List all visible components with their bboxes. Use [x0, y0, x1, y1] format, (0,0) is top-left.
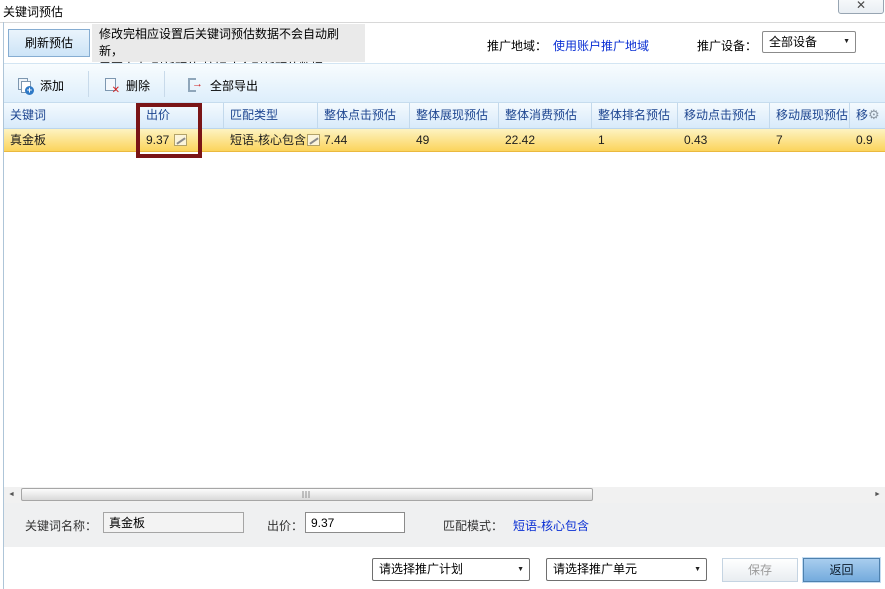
table-header-row: 关键词 出价 匹配类型 整体点击预估 整体展现预估 整体消费预估 整体排名预估 … [4, 103, 885, 129]
chevron-down-icon: ▼ [517, 566, 524, 573]
add-button-label: 添加 [40, 77, 64, 94]
export-all-label: 全部导出 [210, 77, 258, 94]
cell-overall-cost: 22.42 [499, 129, 592, 151]
keyword-name-label: 关键词名称： [25, 517, 97, 534]
cell-overall-impressions: 49 [410, 129, 499, 151]
window-title: 关键词预估 [3, 3, 63, 20]
promotion-plan-select-value: 请选择推广计划 [379, 559, 463, 580]
column-header-bid[interactable]: 出价 [140, 103, 224, 128]
close-icon: ✕ [856, 0, 866, 12]
scroll-left-arrow[interactable]: ◄ [4, 487, 19, 503]
chevron-down-icon: ▼ [694, 566, 701, 573]
cell-mobile-clicks: 0.43 [678, 129, 770, 151]
device-select[interactable]: 全部设备 ▼ [762, 31, 856, 53]
column-header-keyword[interactable]: 关键词 [4, 103, 140, 128]
table-body-area [4, 103, 885, 487]
add-button[interactable]: + 添加 [18, 77, 64, 93]
cell-keyword: 真金板 [4, 129, 140, 151]
export-icon: → [188, 78, 204, 92]
delete-button-label: 删除 [126, 77, 150, 94]
save-button[interactable]: 保存 [722, 558, 798, 582]
delete-icon: ✕ [104, 78, 120, 93]
action-toolbar: + 添加 ✕ 删除 → 全部导出 [4, 63, 885, 103]
close-button[interactable]: ✕ [838, 0, 884, 14]
add-icon: + [18, 78, 34, 93]
cell-overall-clicks: 7.44 [318, 129, 410, 151]
bid-label: 出价： [267, 517, 303, 534]
column-header-overall-cost[interactable]: 整体消费预估 [499, 103, 592, 128]
promotion-region-link[interactable]: 使用账户推广地域 [553, 37, 649, 54]
match-mode-label: 匹配模式： [443, 517, 503, 534]
column-settings-gear-icon[interactable]: ⚙ [868, 108, 880, 122]
column-header-mobile-clicks[interactable]: 移动点击预估 [678, 103, 770, 128]
titlebar-divider [0, 22, 885, 23]
column-header-overall-clicks[interactable]: 整体点击预估 [318, 103, 410, 128]
export-all-button[interactable]: → 全部导出 [188, 77, 258, 93]
match-mode-link[interactable]: 短语-核心包含 [513, 517, 589, 534]
horizontal-scrollbar[interactable]: ◄ ► [4, 487, 885, 503]
delete-button[interactable]: ✕ 删除 [104, 77, 150, 93]
cell-mobile-cost-partial: 0.9 [850, 129, 885, 151]
cell-bid: 9.37 [140, 129, 224, 151]
column-header-mobile-impressions[interactable]: 移动展现预估 [770, 103, 850, 128]
scroll-right-arrow[interactable]: ► [870, 487, 885, 503]
scrollbar-grip [303, 491, 312, 498]
promotion-region-label: 推广地域： [487, 37, 547, 54]
scrollbar-thumb[interactable] [21, 488, 593, 501]
column-header-mobile-cost-partial[interactable]: 移 ⚙ [850, 103, 885, 128]
promotion-unit-select-value: 请选择推广单元 [553, 559, 637, 580]
refresh-estimate-button[interactable]: 刷新预估 [8, 29, 90, 57]
keyword-edit-form: 关键词名称： 出价： 匹配模式： 短语-核心包含 [4, 503, 885, 547]
device-select-value: 全部设备 [769, 32, 817, 52]
toolbar-divider [164, 71, 165, 97]
column-header-overall-rank[interactable]: 整体排名预估 [592, 103, 678, 128]
refresh-notice: 修改完相应设置后关键词预估数据不会自动刷新， 需要点击“刷新预估”按钮才会刷新预… [92, 24, 365, 62]
promotion-plan-select[interactable]: 请选择推广计划 ▼ [372, 558, 530, 581]
cell-mobile-impressions: 7 [770, 129, 850, 151]
keyword-name-input[interactable] [103, 512, 244, 533]
bid-input[interactable] [305, 512, 405, 533]
back-button[interactable]: 返回 [803, 558, 880, 582]
chevron-down-icon: ▼ [843, 38, 850, 45]
column-header-overall-impressions[interactable]: 整体展现预估 [410, 103, 499, 128]
promotion-device-label: 推广设备： [697, 37, 757, 54]
toolbar-divider [88, 71, 89, 97]
cell-overall-rank: 1 [592, 129, 678, 151]
notice-line-1: 修改完相应设置后关键词预估数据不会自动刷新， [99, 26, 358, 60]
column-header-match-type[interactable]: 匹配类型 [224, 103, 318, 128]
promotion-unit-select[interactable]: 请选择推广单元 ▼ [546, 558, 707, 581]
table-row[interactable]: 真金板 9.37 短语-核心包含 7.44 49 22.42 1 0.43 7 … [4, 129, 885, 152]
edit-bid-icon[interactable] [174, 134, 187, 146]
